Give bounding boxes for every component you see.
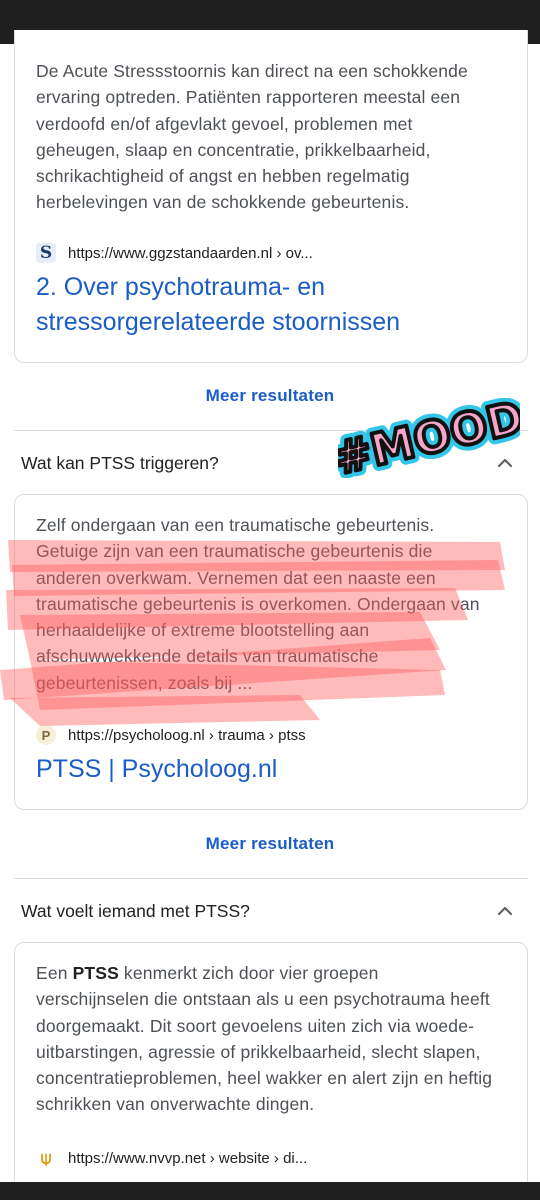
more-results-button-2[interactable]: Meer resultaten <box>0 834 540 854</box>
result-url: https://www.ggzstandaarden.nl › ov... <box>68 244 313 262</box>
result-source[interactable]: ⍦ https://www.nvvp.net › website › di... <box>36 1146 308 1170</box>
sticker-outline: #MOOD <box>338 398 520 478</box>
divider <box>14 878 528 879</box>
more-results-button-1[interactable]: Meer resultaten <box>0 386 540 406</box>
result-source[interactable]: S https://www.ggzstandaarden.nl › ov... <box>36 241 313 265</box>
result-card-2: Zelf ondergaan van een traumatische gebe… <box>14 494 528 810</box>
divider <box>14 430 528 431</box>
result-card-3: Een PTSS kenmerkt zich door vier groepen… <box>14 942 528 1192</box>
nvvp-favicon-icon: ⍦ <box>40 1147 52 1168</box>
sticker-text: #MOOD <box>338 398 520 478</box>
ggzstandaarden-favicon-icon: S <box>36 243 56 263</box>
result-snippet: Een PTSS kenmerkt zich door vier groepen… <box>36 963 493 1115</box>
result-title-link[interactable]: 2. Over psychotrauma- en stressorgerelat… <box>36 270 506 340</box>
result-snippet: Zelf ondergaan van een traumatische gebe… <box>36 515 480 693</box>
result-snippet: De Acute Stressstoornis kan direct na ee… <box>36 61 468 213</box>
result-url: https://www.nvvp.net › website › di... <box>68 1149 308 1167</box>
chevron-up-icon[interactable] <box>496 454 514 472</box>
mood-sticker: #MOOD #MOOD <box>338 398 520 478</box>
question-ptss-triggers[interactable]: Wat kan PTSS triggeren? <box>21 453 219 474</box>
result-url: https://psycholoog.nl › trauma › ptss <box>68 726 306 744</box>
result-card-1: De Acute Stressstoornis kan direct na ee… <box>14 30 528 363</box>
chevron-up-icon[interactable] <box>496 902 514 920</box>
question-ptss-feeling[interactable]: Wat voelt iemand met PTSS? <box>21 901 250 922</box>
psycholoog-favicon-icon: P <box>36 725 56 745</box>
result-source[interactable]: P https://psycholoog.nl › trauma › ptss <box>36 723 306 747</box>
navigation-bar <box>0 1182 540 1200</box>
result-title-link[interactable]: PTSS | Psycholoog.nl <box>36 752 506 787</box>
bold-term: PTSS <box>72 963 119 983</box>
